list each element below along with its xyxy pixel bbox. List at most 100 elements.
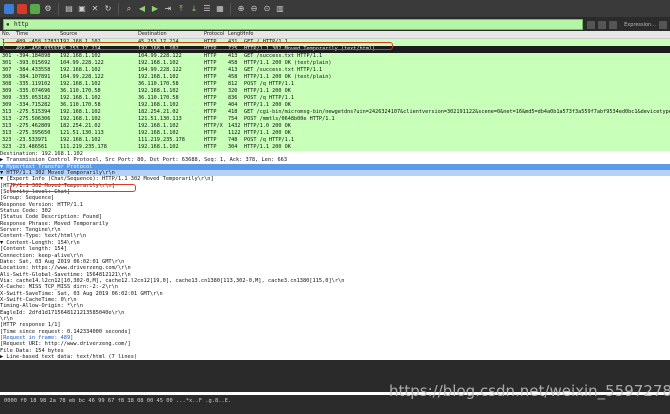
packet-row[interactable]: 313 -275.515394 192.168.1.102 182.254.21.02… bbox=[0, 109, 670, 116]
packet-row[interactable]: 301 -393.015692 104.99.228.122 192.168.1.10… bbox=[0, 60, 670, 67]
packet-cell-protocol: HTTP/X bbox=[204, 123, 223, 129]
packet-row[interactable]: 313 -275.395650 121.51.130.113 192.168.1.10… bbox=[0, 130, 670, 137]
shark-fin-icon[interactable] bbox=[4, 3, 14, 14]
packet-cell-protocol: HTTP bbox=[204, 137, 217, 143]
packet-row[interactable]: 323 -23.533971 192.168.1.102 111.219.235.17… bbox=[0, 137, 670, 144]
packet-cell-protocol: HTTP bbox=[204, 109, 217, 115]
packet-cell-info: HTTP/1.1 200 OK bbox=[244, 144, 291, 150]
packet-cell-info: POST /mmtls/0648b00e HTTP/1.1 bbox=[244, 116, 335, 122]
options-icon[interactable]: ⚙ bbox=[43, 4, 53, 14]
open-icon[interactable]: ▤ bbox=[64, 4, 74, 14]
column-header-time[interactable]: Time bbox=[16, 31, 60, 38]
packet-row[interactable]: 308 -384.107891 104.99.228.122 192.168.1.10… bbox=[0, 74, 670, 81]
zoom-out-icon[interactable]: ⊖ bbox=[249, 4, 259, 14]
reload-icon[interactable]: ↻ bbox=[103, 4, 113, 14]
packet-cell-destination: 192.168.1.102 bbox=[138, 60, 179, 66]
packet-cell-source: 104.99.228.122 bbox=[60, 60, 104, 66]
save-icon[interactable]: ▣ bbox=[77, 4, 87, 14]
packet-cell-source: 36.110.170.58 bbox=[60, 102, 101, 108]
packet-cell-time: -23.533971 bbox=[16, 137, 48, 143]
packet-cell-source: 192.168.1.102 bbox=[60, 137, 101, 143]
packet-row[interactable]: 309 -335.053182 192.168.1.102 36.110.170.58… bbox=[0, 95, 670, 102]
packet-cell-protocol: HTTP bbox=[204, 60, 217, 66]
packet-row[interactable]: 307 -384.433558 192.168.1.102 104.99.228.12… bbox=[0, 67, 670, 74]
packet-cell-length: 1122 bbox=[228, 130, 241, 136]
packet-cell-no: 313 bbox=[2, 116, 12, 122]
column-header-destination[interactable]: Destination bbox=[138, 31, 204, 38]
toolbar-separator bbox=[230, 2, 231, 15]
zoom-reset-icon[interactable]: ⊙ bbox=[262, 4, 272, 14]
add-filter-button-icon[interactable] bbox=[659, 20, 667, 29]
restart-icon[interactable] bbox=[30, 3, 40, 14]
display-filter-input[interactable]: ▪ http bbox=[3, 19, 584, 30]
packet-cell-destination: 182.254.21.02 bbox=[138, 109, 179, 115]
column-header-no[interactable]: No. bbox=[0, 31, 16, 38]
column-header-info[interactable]: Info bbox=[244, 31, 670, 38]
packet-cell-time: -275.462809 bbox=[16, 123, 51, 129]
packet-row[interactable]: 309 -334.715282 36.110.170.58 192.168.1.102… bbox=[0, 102, 670, 109]
packet-row[interactable]: 309 -335.074696 36.110.170.58 192.168.1.102… bbox=[0, 88, 670, 95]
packet-cell-source: 192.168.1.102 bbox=[60, 53, 101, 59]
packet-cell-destination: 192.168.1.102 bbox=[138, 102, 179, 108]
packet-cell-source: 192.168.1.102 bbox=[60, 109, 101, 115]
packet-cell-source: 104.99.228.122 bbox=[60, 74, 104, 80]
packet-row[interactable]: 313 -275.462809 182.254.21.02 192.168.1.102… bbox=[0, 123, 670, 130]
packet-cell-length: 836 bbox=[228, 95, 238, 101]
back-icon[interactable]: ◀ bbox=[137, 4, 147, 14]
last-icon[interactable]: ⤓ bbox=[189, 4, 199, 14]
main-toolbar: ⚙ ▤ ▣ ✕ ↻ ⌕ ◀ ▶ ⇥ ⤒ ⤓ ☰ ▦ ⊕ ⊖ ⊙ ▥ bbox=[0, 0, 670, 18]
filter-value: http bbox=[14, 21, 29, 28]
packet-cell-no: 309 bbox=[2, 88, 12, 94]
recent-filters-icon[interactable] bbox=[609, 20, 618, 29]
zoom-in-icon[interactable]: ⊕ bbox=[236, 4, 246, 14]
packet-cell-source: 192.168.1.102 bbox=[60, 116, 101, 122]
packet-row[interactable]: 313 -275.506306 192.168.1.102 121.51.130.11… bbox=[0, 116, 670, 123]
packet-cell-length: 413 bbox=[228, 67, 238, 73]
packet-cell-length: 458 bbox=[228, 74, 238, 80]
packet-cell-info: POST /q HTTP/1.1 bbox=[244, 137, 294, 143]
packet-cell-protocol: HTTP bbox=[204, 144, 217, 150]
apply-filter-icon[interactable] bbox=[598, 20, 607, 29]
packet-cell-source: 121.51.130.113 bbox=[60, 130, 104, 136]
colorize-icon[interactable]: ▦ bbox=[215, 4, 225, 14]
packet-cell-protocol: HTTP bbox=[204, 74, 217, 80]
packet-cell-protocol: HTTP bbox=[204, 53, 217, 59]
packet-cell-destination: 192.168.1.102 bbox=[138, 74, 179, 80]
find-icon[interactable]: ⌕ bbox=[124, 4, 134, 14]
first-icon[interactable]: ⤒ bbox=[176, 4, 186, 14]
goto-icon[interactable]: ⇥ bbox=[163, 4, 173, 14]
bookmark-icon[interactable]: ▪ bbox=[6, 20, 10, 29]
packet-row[interactable]: 323 -23.486561 111.219.235.178 192.168.1.10… bbox=[0, 144, 670, 151]
packet-cell-destination: 192.168.1.102 bbox=[138, 144, 179, 150]
packet-cell-time: -23.486561 bbox=[16, 144, 48, 150]
packet-cell-length: 812 bbox=[228, 81, 238, 87]
forward-icon[interactable]: ▶ bbox=[150, 4, 160, 14]
clear-filter-icon[interactable] bbox=[587, 20, 596, 29]
packet-cell-destination: 111.219.235.178 bbox=[138, 137, 185, 143]
resize-columns-icon[interactable]: ▥ bbox=[275, 4, 285, 14]
hex-dump-line[interactable]: 0000 f0 18 98 2a 78 eb bc 46 99 67 f8 38… bbox=[4, 398, 231, 404]
column-header-protocol[interactable]: Protocol bbox=[204, 31, 228, 38]
packet-cell-no: 308 bbox=[2, 81, 12, 87]
column-header-length[interactable]: Length bbox=[228, 31, 245, 38]
packet-cell-time: -275.515394 bbox=[16, 109, 51, 115]
filter-actions: Expression... bbox=[587, 20, 667, 29]
toolbar-separator bbox=[118, 2, 119, 15]
packet-cell-protocol: HTTP bbox=[204, 130, 217, 136]
packet-cell-no: 308 bbox=[2, 74, 12, 80]
packet-cell-time: -335.053182 bbox=[16, 95, 51, 101]
packet-cell-length: 754 bbox=[228, 116, 238, 122]
close-icon[interactable]: ✕ bbox=[90, 4, 100, 14]
packet-cell-length: 404 bbox=[228, 102, 238, 108]
packet-cell-length: 748 bbox=[228, 137, 238, 143]
packet-cell-no: 313 bbox=[2, 109, 12, 115]
expression-button[interactable]: Expression... bbox=[624, 22, 656, 28]
packet-row[interactable]: 301 -394.184898 192.168.1.102 104.99.228.12… bbox=[0, 53, 670, 60]
autoscroll-icon[interactable]: ☰ bbox=[202, 4, 212, 14]
packet-cell-protocol: HTTP bbox=[204, 102, 217, 108]
packet-cell-info: HTTP/1.1 200 OK bbox=[244, 102, 291, 108]
column-header-source[interactable]: Source bbox=[60, 31, 138, 38]
packet-cell-time: -335.074696 bbox=[16, 88, 51, 94]
packet-row[interactable]: 308 -335.119102 192.168.1.102 36.110.170.58… bbox=[0, 81, 670, 88]
stop-icon[interactable] bbox=[17, 3, 27, 14]
